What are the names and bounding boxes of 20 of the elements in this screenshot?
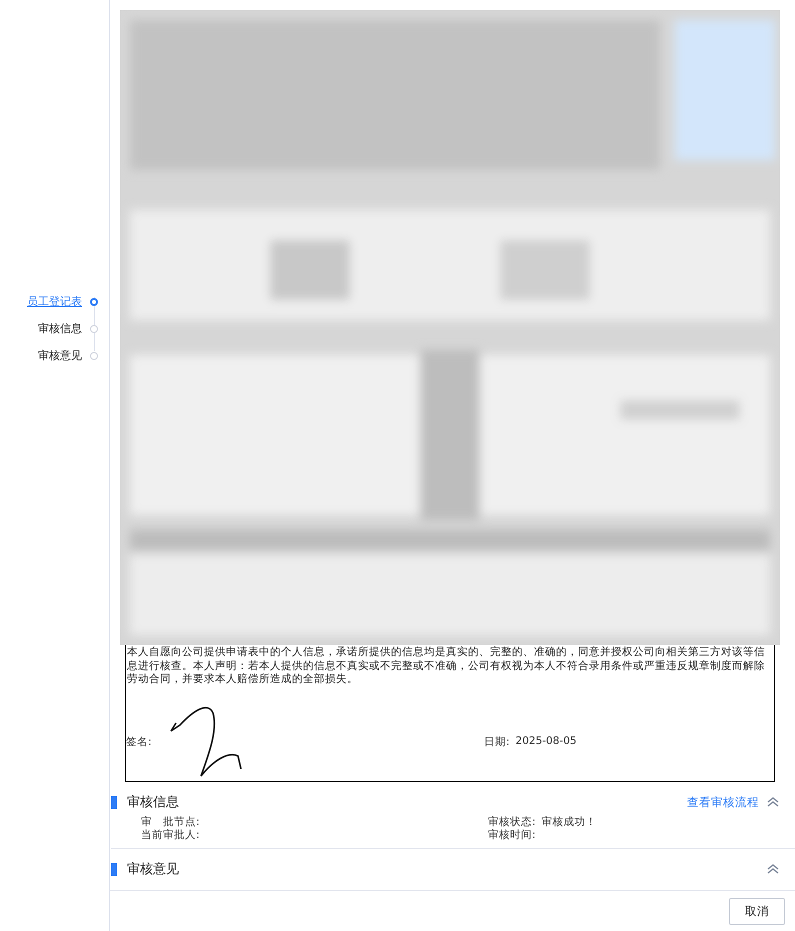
- field-label: 当前审批人:: [141, 829, 200, 842]
- nav-item[interactable]: 员工登记表: [27, 294, 82, 309]
- section-title: 审核意见: [127, 861, 180, 878]
- section-marker: [111, 796, 117, 808]
- collapse-icon[interactable]: [767, 796, 779, 808]
- section-title: 审核信息: [127, 794, 180, 811]
- field-label: 审核状态:: [488, 816, 536, 829]
- field-label: 审 批节点:: [141, 816, 200, 829]
- section-marker: [111, 862, 117, 876]
- collapse-icon[interactable]: [767, 863, 779, 875]
- field-label: 审核时间:: [488, 829, 536, 842]
- nav-item[interactable]: 审核意见: [38, 348, 82, 363]
- date-value: 2025-08-05: [516, 734, 577, 748]
- nav-item[interactable]: 审核信息: [38, 321, 82, 336]
- view-flow-link[interactable]: 查看审核流程: [687, 794, 759, 810]
- signature-label: 签名:: [126, 734, 152, 748]
- declaration-text: 本人自愿向公司提供申请表中的个人信息，承诺所提供的信息均是真实的、完整的、准确的，同意并授权公司向相关第三方对该等信息进行核查。本人声明：若本人提供的信息不真实或不完整或不准确，公司有权视为本人不符合录用条件或严重违反规章制度而解除劳动合同，并要求本人赔偿所造成的全部损失。: [127, 646, 766, 686]
- cancel-button[interactable]: 取消: [729, 898, 785, 924]
- date-label: 日期:: [484, 734, 510, 750]
- field-value: 审核成功！: [542, 816, 597, 829]
